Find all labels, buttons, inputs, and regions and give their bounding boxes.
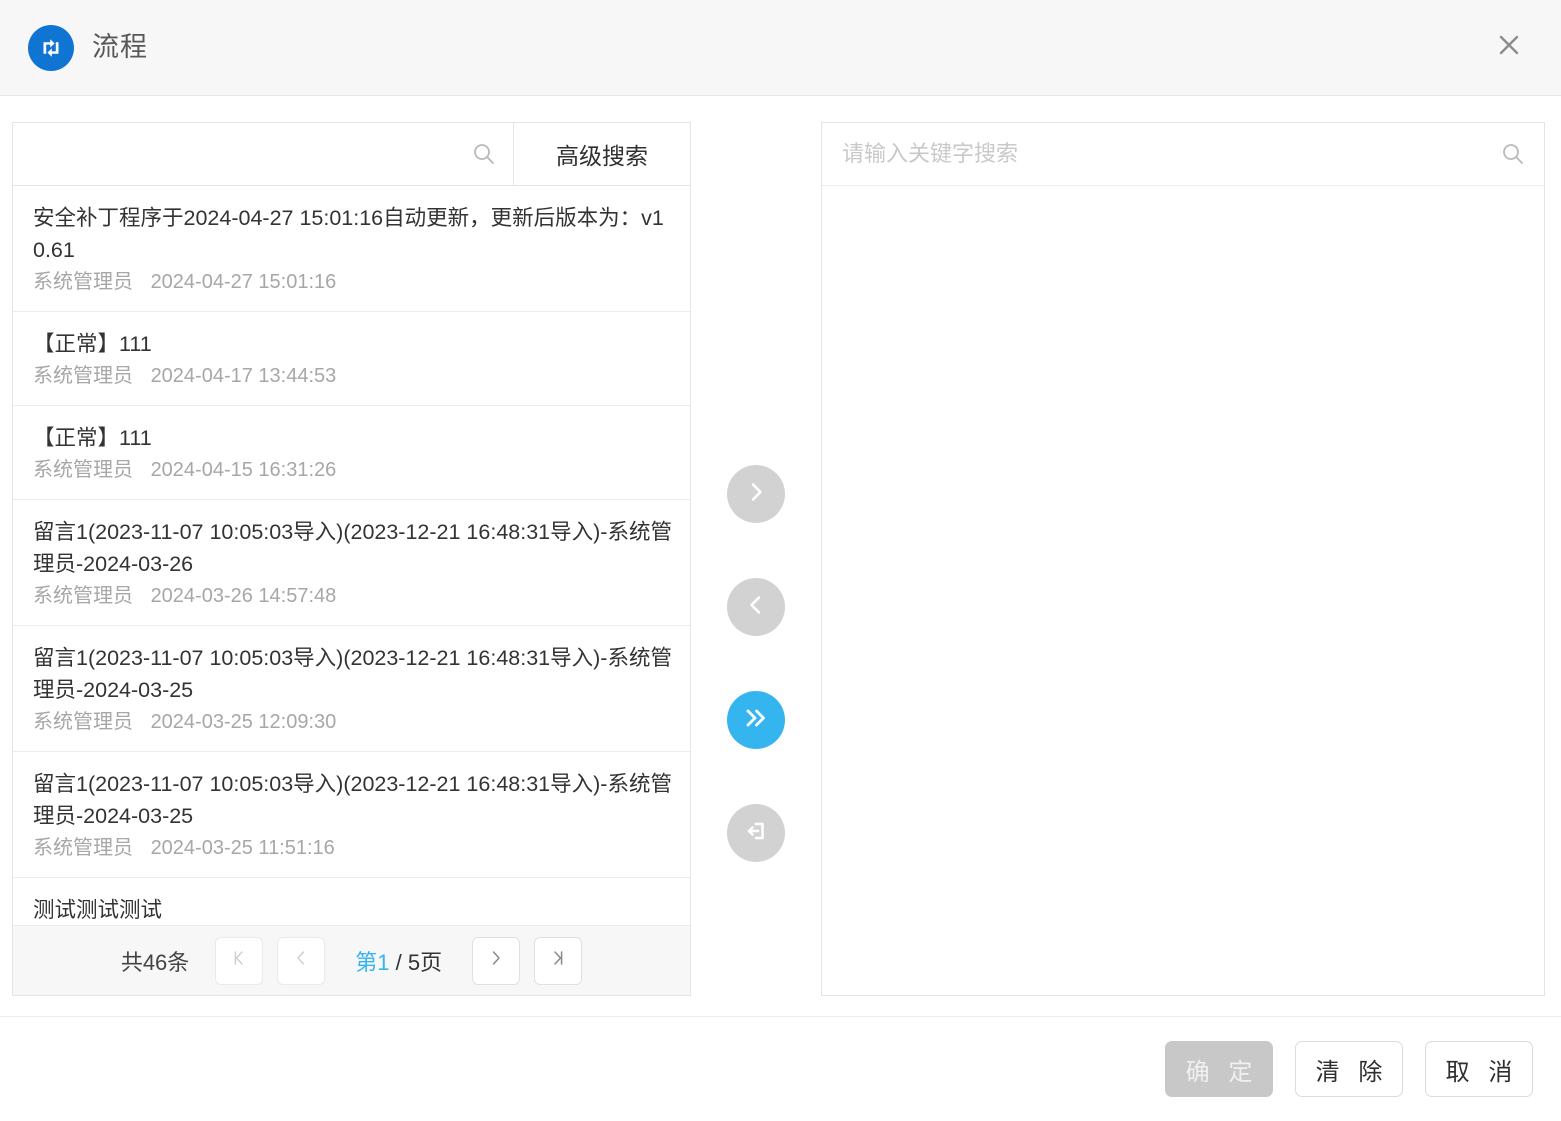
chevron-left-icon (742, 591, 770, 624)
brand: 流程 (28, 24, 148, 71)
list-item[interactable]: 测试测试测试 系统管理员 2024-03-25 11:12:00 (13, 878, 690, 925)
pagination-total: 共46条 (120, 949, 190, 975)
list-item-meta: 系统管理员 2024-03-26 14:57:48 (33, 581, 672, 611)
list-item-meta: 系统管理员 2024-03-25 12:09:30 (33, 707, 672, 737)
chevron-right-icon (742, 478, 770, 511)
page-first-icon (229, 948, 249, 973)
pagination-next-button[interactable] (472, 936, 521, 985)
target-panel (821, 122, 1545, 996)
move-all-right-button[interactable] (727, 691, 785, 749)
list-item-author: 系统管理员 (33, 271, 133, 293)
close-button[interactable] (1487, 26, 1531, 70)
list-item-meta: 系统管理员 2024-03-25 11:51:16 (33, 833, 672, 863)
list-item[interactable]: 留言1(2023-11-07 10:05:03导入)(2023-12-21 16… (13, 752, 690, 878)
pagination-prev-button[interactable] (277, 936, 326, 985)
search-icon[interactable] (1500, 141, 1526, 167)
pagination: 共46条 第1 / 5页 (13, 925, 690, 995)
dialog-header: 流程 (0, 0, 1561, 96)
source-search-row: 高级搜索 (13, 123, 690, 186)
target-search-field[interactable] (822, 123, 1544, 186)
list-item-author: 系统管理员 (33, 365, 133, 387)
list-item-title: 留言1(2023-11-07 10:05:03导入)(2023-12-21 16… (33, 772, 672, 828)
keyword-search-input[interactable] (842, 141, 1500, 167)
page-title: 流程 (92, 32, 148, 62)
list-item-title: 【正常】111 (33, 332, 152, 356)
pagination-info: 第1 / 5页 (355, 945, 442, 977)
source-search-field[interactable] (13, 123, 514, 185)
clear-all-button[interactable] (727, 804, 785, 862)
chevron-left-icon (291, 948, 311, 973)
list-item[interactable]: 安全补丁程序于2024-04-27 15:01:16自动更新，更新后版本为：v1… (13, 186, 690, 312)
list-item-time: 2024-03-25 11:51:16 (150, 837, 335, 859)
move-right-button[interactable] (727, 465, 785, 523)
list-item-author: 系统管理员 (33, 585, 133, 607)
list-item-title: 留言1(2023-11-07 10:05:03导入)(2023-12-21 16… (33, 520, 672, 576)
pagination-last-button[interactable] (534, 936, 583, 985)
double-chevron-right-icon (741, 703, 771, 738)
list-item-author: 系统管理员 (33, 459, 133, 481)
dialog-footer: 确 定 清 除 取 消 (0, 1016, 1561, 1121)
list-item-title: 安全补丁程序于2024-04-27 15:01:16自动更新，更新后版本为：v1… (33, 206, 664, 262)
advanced-search-button[interactable]: 高级搜索 (514, 123, 690, 185)
confirm-button[interactable]: 确 定 (1165, 1041, 1273, 1097)
list-item[interactable]: 【正常】111 系统管理员 2024-04-15 16:31:26 (13, 406, 690, 500)
list-item-title: 测试测试测试 (33, 898, 163, 922)
search-icon[interactable] (471, 141, 497, 167)
list-item-time: 2024-04-15 16:31:26 (150, 459, 337, 481)
list-item[interactable]: 留言1(2023-11-07 10:05:03导入)(2023-12-21 16… (13, 626, 690, 752)
pagination-current-page: 第1 (355, 949, 390, 975)
list-item-author: 系统管理员 (33, 711, 133, 733)
close-icon (1494, 30, 1524, 65)
source-panel: 高级搜索 安全补丁程序于2024-04-27 15:01:16自动更新，更新后版… (12, 122, 691, 996)
flow-selector-dialog: 流程 高级搜索 安全补丁程序于2024-04-27 15:01:16自动更新，更… (0, 0, 1561, 1121)
move-left-button[interactable] (727, 578, 785, 636)
list-item[interactable]: 【正常】111 系统管理员 2024-04-17 13:44:53 (13, 312, 690, 406)
pagination-total-pages: 5页 (407, 949, 443, 975)
pagination-first-button[interactable] (215, 936, 264, 985)
list-item-time: 2024-03-25 12:09:30 (150, 711, 337, 733)
page-last-icon (548, 948, 568, 973)
list-item-title: 【正常】111 (33, 426, 152, 450)
pagination-separator: / (395, 949, 402, 975)
list-item-author: 系统管理员 (33, 837, 133, 859)
list-item-time: 2024-04-27 15:01:16 (150, 271, 337, 293)
list-item-meta: 系统管理员 2024-04-17 13:44:53 (33, 361, 672, 391)
source-list: 安全补丁程序于2024-04-27 15:01:16自动更新，更新后版本为：v1… (13, 186, 690, 925)
list-item-time: 2024-04-17 13:44:53 (150, 365, 337, 387)
dialog-body: 高级搜索 安全补丁程序于2024-04-27 15:01:16自动更新，更新后版… (0, 96, 1561, 1016)
list-item-title: 留言1(2023-11-07 10:05:03导入)(2023-12-21 16… (33, 646, 672, 702)
list-item-meta: 系统管理员 2024-04-27 15:01:16 (33, 267, 672, 297)
flow-process-icon (28, 24, 74, 71)
list-item-meta: 系统管理员 2024-04-15 16:31:26 (33, 455, 672, 485)
clear-button[interactable]: 清 除 (1295, 1041, 1403, 1097)
exit-arrow-icon (741, 816, 771, 851)
list-item[interactable]: 留言1(2023-11-07 10:05:03导入)(2023-12-21 16… (13, 500, 690, 626)
transfer-controls (691, 122, 821, 862)
list-item-time: 2024-03-26 14:57:48 (150, 585, 337, 607)
search-input[interactable] (31, 142, 471, 166)
chevron-right-icon (486, 948, 506, 973)
target-list (822, 186, 1544, 995)
cancel-button[interactable]: 取 消 (1425, 1041, 1533, 1097)
